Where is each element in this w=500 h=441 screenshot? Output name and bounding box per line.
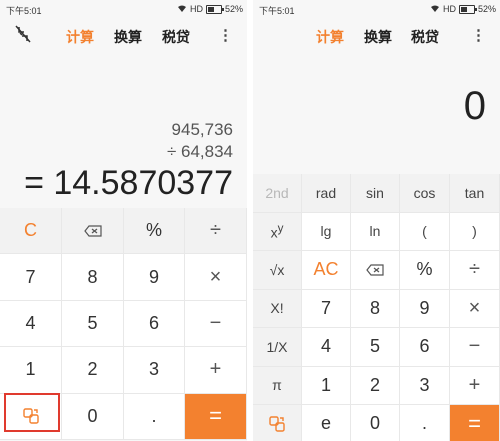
mode-switch-highlight <box>4 393 60 432</box>
minus-button[interactable]: − <box>185 300 247 348</box>
status-time: 下午5:01 <box>6 6 42 16</box>
key-8[interactable]: 8 <box>351 289 400 328</box>
tab-convert[interactable]: 换算 <box>364 27 392 47</box>
plus-button[interactable]: + <box>450 366 500 405</box>
key-9[interactable]: 9 <box>400 289 450 328</box>
tab-calculate[interactable]: 计算 <box>66 27 94 47</box>
backspace-button[interactable] <box>62 208 124 255</box>
key-5[interactable]: 5 <box>351 328 400 367</box>
key-0[interactable]: 0 <box>351 405 400 441</box>
tab-calculate[interactable]: 计算 <box>316 27 344 47</box>
pi-button[interactable]: π <box>253 366 302 405</box>
equals-button[interactable]: = <box>185 393 247 440</box>
close-paren-button[interactable]: ) <box>450 212 500 251</box>
network-label: HD <box>189 4 203 14</box>
network-label: HD <box>442 4 456 14</box>
ln-button[interactable]: ln <box>351 212 400 251</box>
top-bar: 计算 换算 税贷 ⋮ <box>253 20 500 50</box>
power-button[interactable]: xy <box>253 212 302 251</box>
result-display: = 14.5870377 <box>24 164 233 202</box>
basic-calculator-screen: 下午5:01 HD 52% 计算 换算 税贷 ⋮ 945,736 ÷ 64,83… <box>0 0 247 441</box>
percent-button[interactable]: % <box>124 208 185 255</box>
key-7[interactable]: 7 <box>302 289 351 328</box>
mode-switch-icon <box>269 416 285 432</box>
multiply-button[interactable]: × <box>185 254 247 301</box>
more-menu-icon[interactable]: ⋮ <box>218 26 233 44</box>
key-3[interactable]: 3 <box>400 366 450 405</box>
divide-button[interactable]: ÷ <box>450 251 500 290</box>
key-0[interactable]: 0 <box>62 393 124 440</box>
decimal-button[interactable]: . <box>400 405 450 441</box>
all-clear-button[interactable]: AC <box>302 251 351 290</box>
tab-tax-loan[interactable]: 税贷 <box>162 27 190 47</box>
status-icons: HD 52% <box>430 4 496 14</box>
reciprocal-button[interactable]: 1/X <box>253 328 302 367</box>
open-paren-button[interactable]: ( <box>400 212 450 251</box>
cos-button[interactable]: cos <box>400 174 450 213</box>
key-7[interactable]: 7 <box>0 254 62 301</box>
key-1[interactable]: 1 <box>0 347 62 394</box>
power-label: xy <box>270 221 284 241</box>
tab-tax-loan[interactable]: 税贷 <box>411 27 439 47</box>
divide-button[interactable]: ÷ <box>185 208 247 255</box>
key-8[interactable]: 8 <box>62 254 124 301</box>
key-3[interactable]: 3 <box>124 347 185 394</box>
key-6[interactable]: 6 <box>124 300 185 348</box>
plus-button[interactable]: + <box>185 347 247 394</box>
tan-button[interactable]: tan <box>450 174 500 213</box>
factorial-button[interactable]: X! <box>253 289 302 328</box>
key-2[interactable]: 2 <box>351 366 400 405</box>
sqrt-button[interactable]: √x <box>253 251 302 290</box>
key-4[interactable]: 4 <box>0 300 62 348</box>
tab-convert[interactable]: 换算 <box>114 27 142 47</box>
scientific-calculator-screen: 下午5:01 HD 52% 计算 换算 税贷 ⋮ 0 2nd rad sin cos t… <box>253 0 500 441</box>
mode-switch-button[interactable] <box>253 405 302 441</box>
sin-button[interactable]: sin <box>351 174 400 213</box>
key-6[interactable]: 6 <box>400 328 450 367</box>
key-4[interactable]: 4 <box>302 328 351 367</box>
backspace-icon <box>83 225 102 237</box>
wifi-icon <box>430 5 439 12</box>
battery-percent: 52% <box>224 4 243 14</box>
battery-icon <box>458 4 477 14</box>
top-bar: 计算 换算 税贷 ⋮ <box>0 20 247 50</box>
backspace-button[interactable] <box>351 251 400 290</box>
collapse-icon[interactable] <box>14 24 32 44</box>
rad-button[interactable]: rad <box>302 174 351 213</box>
wifi-icon <box>177 5 186 12</box>
key-1[interactable]: 1 <box>302 366 351 405</box>
key-5[interactable]: 5 <box>62 300 124 348</box>
e-button[interactable]: e <box>302 405 351 441</box>
backspace-icon <box>366 264 384 276</box>
log-button[interactable]: lg <box>302 212 351 251</box>
more-menu-icon[interactable]: ⋮ <box>471 26 486 44</box>
minus-button[interactable]: − <box>450 328 500 367</box>
multiply-button[interactable]: × <box>450 289 500 328</box>
battery-percent: 52% <box>477 4 496 14</box>
battery-icon <box>205 4 224 14</box>
history-line-1: 945,736 <box>171 120 233 139</box>
decimal-button[interactable]: . <box>124 393 185 440</box>
key-9[interactable]: 9 <box>124 254 185 301</box>
equals-button[interactable]: = <box>450 405 500 441</box>
status-bar: 下午5:01 HD 52% <box>253 0 500 20</box>
second-function-button[interactable]: 2nd <box>253 174 302 213</box>
percent-button[interactable]: % <box>400 251 450 290</box>
clear-button[interactable]: C <box>0 208 62 255</box>
status-time: 下午5:01 <box>259 6 295 16</box>
key-2[interactable]: 2 <box>62 347 124 394</box>
history-line-2: ÷ 64,834 <box>166 142 233 161</box>
result-display: 0 <box>463 84 486 128</box>
status-icons: HD 52% <box>177 4 243 14</box>
status-bar: 下午5:01 HD 52% <box>0 0 247 20</box>
